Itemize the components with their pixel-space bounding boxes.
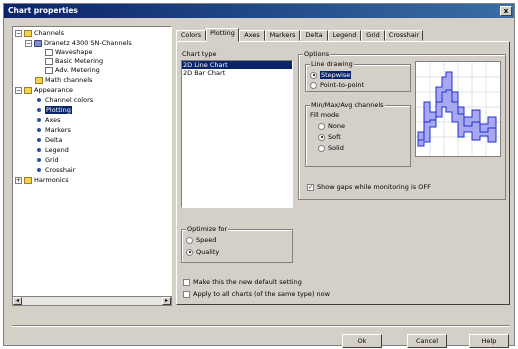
- tab-plotting[interactable]: Plotting: [206, 28, 239, 42]
- point-to-point-radio[interactable]: Point-to-point: [310, 81, 364, 90]
- folder-icon: [24, 86, 32, 94]
- tree-item-harmonics[interactable]: + Harmonics: [15, 176, 69, 185]
- plot-preview: [415, 61, 501, 157]
- tab-markers[interactable]: Markers: [265, 30, 300, 41]
- expand-icon[interactable]: +: [15, 176, 22, 184]
- chart-type-option[interactable]: 2D Bar Chart: [182, 69, 292, 77]
- bullet-icon: [37, 118, 41, 122]
- tree-item-channels[interactable]: − Channels: [15, 29, 64, 38]
- checkbox-icon: [183, 278, 190, 286]
- optimize-group: Optimize for Speed Quality: [181, 225, 293, 263]
- default-setting-checkbox[interactable]: Make this the new default setting: [183, 278, 302, 287]
- tab-legend[interactable]: Legend: [328, 30, 361, 41]
- preview-chart: [416, 62, 500, 156]
- stepwise-radio[interactable]: Stepwise: [310, 71, 352, 80]
- chart-type-list[interactable]: 2D Line Chart 2D Bar Chart: [181, 60, 293, 208]
- close-button[interactable]: x: [500, 6, 512, 16]
- minmax-label: Min/Max/Avg channels: [310, 101, 385, 109]
- folder-icon: [24, 29, 32, 37]
- checkbox-icon: [183, 290, 190, 298]
- fill-soft-radio[interactable]: Soft: [318, 133, 341, 142]
- bullet-icon: [37, 98, 41, 102]
- checkbox-checked-icon: ✓: [307, 183, 314, 191]
- radio-icon: [318, 122, 325, 130]
- folder-icon: [35, 76, 43, 84]
- tree-item-math-channels[interactable]: Math channels: [35, 76, 92, 85]
- page-icon: [45, 57, 53, 65]
- speed-radio[interactable]: Speed: [186, 236, 216, 245]
- tree-item-channel-colors[interactable]: Channel colors: [35, 96, 93, 105]
- tree-item-device[interactable]: − Dranetz 4300 SN-Channels: [25, 39, 132, 48]
- optimize-label: Optimize for: [186, 225, 229, 233]
- radio-selected-icon: [186, 248, 193, 256]
- chart-type-group: Chart type 2D Line Chart 2D Bar Chart: [181, 50, 293, 210]
- tab-axes[interactable]: Axes: [239, 30, 265, 41]
- bullet-icon: [37, 148, 41, 152]
- bullet-icon: [37, 158, 41, 162]
- tree-item-delta[interactable]: Delta: [35, 136, 62, 145]
- tree-item-legend[interactable]: Legend: [35, 146, 69, 155]
- chart-type-option[interactable]: 2D Line Chart: [182, 61, 292, 69]
- separator: [12, 325, 510, 327]
- window-title: Chart properties: [8, 6, 78, 15]
- tree-item-adv-metering[interactable]: Adv. Metering: [45, 66, 100, 75]
- bullet-icon: [37, 168, 41, 172]
- quality-radio[interactable]: Quality: [186, 248, 219, 257]
- bullet-icon: [37, 128, 41, 132]
- tree-item-axes[interactable]: Axes: [35, 116, 60, 125]
- device-icon: [34, 39, 42, 47]
- chart-type-label: Chart type: [181, 50, 218, 58]
- help-button[interactable]: Help: [469, 334, 509, 348]
- collapse-icon[interactable]: −: [15, 29, 22, 37]
- radio-selected-icon: [318, 133, 325, 141]
- bullet-icon: [37, 108, 41, 112]
- ok-button[interactable]: Ok: [342, 334, 382, 348]
- bullet-icon: [37, 138, 41, 142]
- preview-band: [417, 71, 497, 147]
- radio-selected-icon: [310, 71, 317, 79]
- scroll-left-icon[interactable]: ◂: [13, 297, 22, 305]
- tab-delta[interactable]: Delta: [300, 30, 328, 41]
- collapse-icon[interactable]: −: [15, 86, 22, 94]
- cancel-button[interactable]: Cancel: [407, 334, 447, 348]
- chart-properties-dialog: Chart properties x − Channels − Dranetz 43…: [3, 3, 515, 348]
- tree-item-markers[interactable]: Markers: [35, 126, 71, 135]
- tree-item-waveshape[interactable]: Waveshape: [45, 48, 92, 57]
- tree-item-appearance[interactable]: − Appearance: [15, 86, 73, 95]
- page-icon: [45, 66, 53, 74]
- show-gaps-checkbox[interactable]: ✓ Show gaps while monitoring is OFF: [307, 183, 431, 192]
- tree-item-plotting[interactable]: Plotting: [35, 106, 72, 115]
- folder-icon: [24, 176, 32, 184]
- settings-tree[interactable]: − Channels − Dranetz 4300 SN-Channels Wave…: [12, 26, 172, 306]
- tab-crosshair[interactable]: Crosshair: [385, 30, 423, 41]
- radio-icon: [310, 81, 317, 89]
- radio-icon: [186, 236, 193, 244]
- page-icon: [45, 48, 53, 56]
- fill-solid-radio[interactable]: Solid: [318, 144, 344, 153]
- tree-item-basic-metering[interactable]: Basic Metering: [45, 57, 103, 66]
- line-drawing-group: Line drawing Stepwise Point-to-point: [305, 60, 411, 92]
- tree-item-crosshair[interactable]: Crosshair: [35, 166, 75, 175]
- collapse-icon[interactable]: −: [25, 39, 32, 47]
- minmax-group: Min/Max/Avg channels Fill mode None Soft…: [305, 101, 411, 167]
- line-drawing-label: Line drawing: [310, 60, 354, 68]
- plotting-panel: Chart type 2D Line Chart 2D Bar Chart Op…: [176, 41, 510, 305]
- tree-horizontal-scrollbar[interactable]: ◂ ▸: [12, 296, 172, 306]
- tab-grid[interactable]: Grid: [361, 30, 385, 41]
- tab-colors[interactable]: Colors: [176, 30, 206, 41]
- apply-all-checkbox[interactable]: Apply to all charts (of the same type) n…: [183, 290, 330, 299]
- fill-none-radio[interactable]: None: [318, 122, 345, 131]
- tree-item-grid[interactable]: Grid: [35, 156, 59, 165]
- title-bar: Chart properties x: [4, 4, 514, 18]
- fill-mode-label: Fill mode: [310, 111, 340, 119]
- radio-icon: [318, 144, 325, 152]
- scroll-right-icon[interactable]: ▸: [162, 297, 171, 305]
- options-label: Options: [303, 50, 331, 58]
